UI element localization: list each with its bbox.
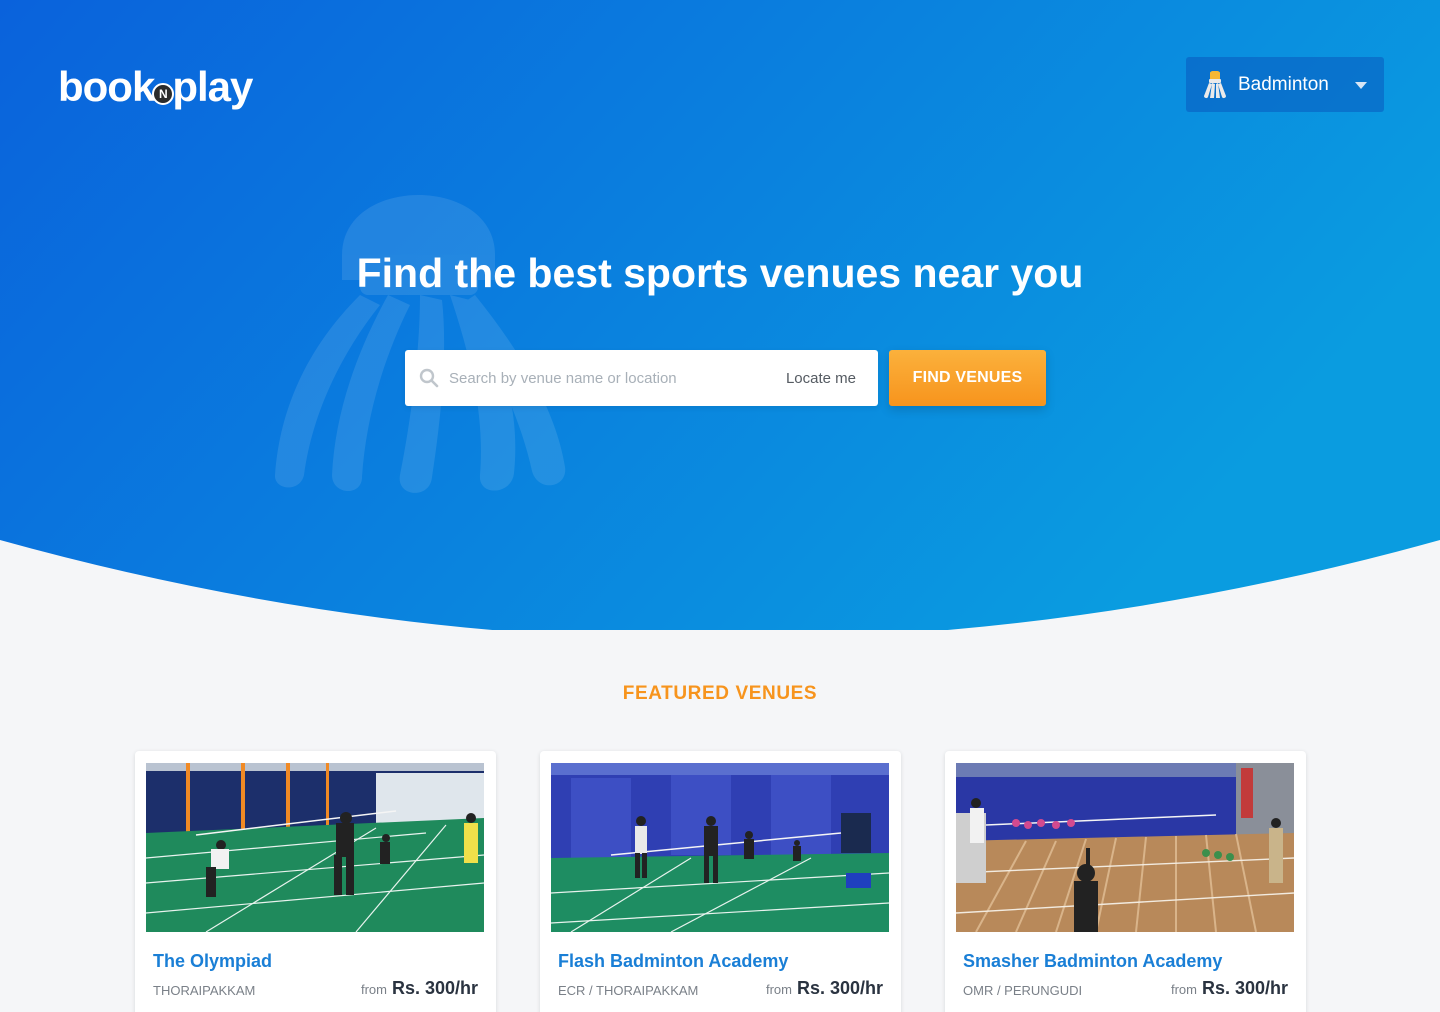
price-from-label: from bbox=[1170, 982, 1197, 997]
venue-price: from Rs. 300/hr bbox=[766, 978, 883, 999]
find-venues-button[interactable]: FIND VENUES bbox=[889, 350, 1046, 406]
venue-price: from Rs. 300/hr bbox=[361, 978, 478, 999]
search-box: Locate me bbox=[405, 350, 878, 406]
venue-location: ECR / THORAIPAKKAM bbox=[558, 983, 699, 998]
venue-name[interactable]: The Olympiad bbox=[153, 951, 272, 972]
price-from-label: from bbox=[360, 982, 387, 997]
venue-card[interactable]: The Olympiad THORAIPAKKAM from Rs. 300/h… bbox=[135, 751, 496, 1012]
search-input[interactable] bbox=[449, 369, 786, 387]
sport-selector-label: Badminton bbox=[1238, 73, 1329, 95]
hero-title: Find the best sports venues near you bbox=[356, 250, 1084, 296]
featured-venues-title: FEATURED VENUES bbox=[622, 683, 818, 704]
search-icon bbox=[419, 368, 439, 388]
logo-text-suffix: play bbox=[172, 63, 253, 110]
hero-section: book N play Badminton Find the best spor… bbox=[0, 0, 1440, 630]
venue-location: OMR / PERUNGUDI bbox=[963, 983, 1083, 998]
venue-name[interactable]: Flash Badminton Academy bbox=[558, 951, 788, 972]
locate-me-link[interactable]: Locate me bbox=[786, 370, 856, 387]
venue-location: THORAIPAKKAM bbox=[153, 983, 256, 998]
chevron-down-icon bbox=[1355, 81, 1367, 89]
logo-text-prefix: book bbox=[58, 63, 155, 110]
price-amount: Rs. 300/hr bbox=[1201, 978, 1288, 998]
price-amount: Rs. 300/hr bbox=[796, 978, 883, 998]
venue-photo bbox=[956, 763, 1294, 932]
logo-badge: N bbox=[152, 83, 175, 105]
brand-logo[interactable]: book N play bbox=[58, 60, 253, 114]
venue-card[interactable]: Flash Badminton Academy ECR / THORAIPAKK… bbox=[540, 751, 901, 1012]
shuttlecock-watermark-icon bbox=[274, 195, 566, 493]
venue-photo bbox=[551, 763, 889, 932]
price-from-label: from bbox=[765, 982, 792, 997]
price-amount: Rs. 300/hr bbox=[391, 978, 478, 998]
venue-price: from Rs. 300/hr bbox=[1171, 978, 1288, 999]
sport-selector-dropdown[interactable]: Badminton bbox=[1186, 57, 1384, 112]
venue-name[interactable]: Smasher Badminton Academy bbox=[963, 951, 1222, 972]
venue-card[interactable]: Smasher Badminton Academy OMR / PERUNGUD… bbox=[945, 751, 1306, 1012]
shuttlecock-icon bbox=[1204, 70, 1226, 98]
venue-photo bbox=[146, 763, 484, 932]
